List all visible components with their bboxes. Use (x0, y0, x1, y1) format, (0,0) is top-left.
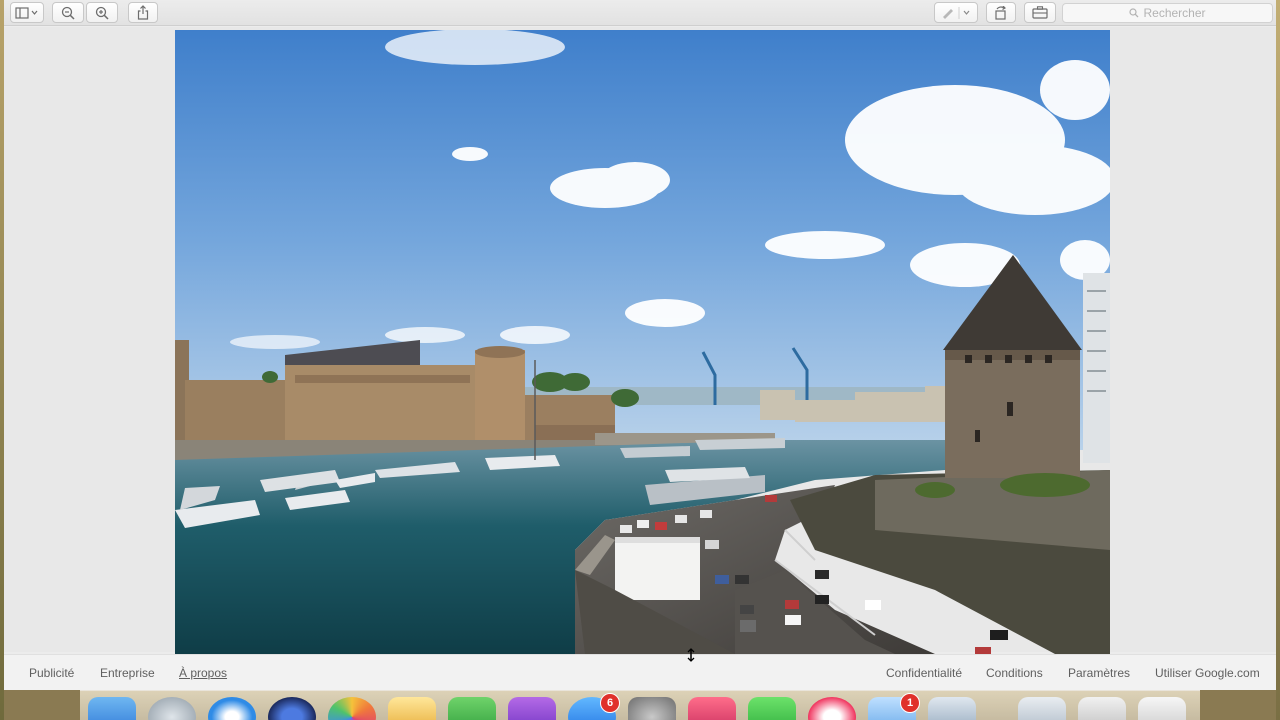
search-placeholder: Rechercher (1143, 6, 1206, 20)
footer-link-parametres[interactable]: Paramètres (1068, 666, 1130, 680)
preview-icon[interactable] (928, 697, 976, 720)
share-icon (137, 5, 149, 20)
numbers-icon[interactable] (448, 697, 496, 720)
footer-link-entreprise[interactable]: Entreprise (100, 666, 155, 680)
imovie-icon[interactable] (508, 697, 556, 720)
macos-dock: 6 1 (80, 690, 1200, 720)
resize-cursor-icon (687, 648, 695, 662)
photos-icon[interactable] (328, 697, 376, 720)
safari-icon[interactable] (208, 697, 256, 720)
app-icon-blue[interactable] (268, 697, 316, 720)
search-field[interactable]: Rechercher (1062, 3, 1273, 23)
harbour-photo[interactable] (175, 30, 1110, 654)
sidebar-toggle-icon (15, 6, 38, 19)
footer-link-publicite[interactable]: Publicité (29, 666, 74, 680)
footer-link-a-propos[interactable]: À propos (179, 666, 227, 680)
google-footer: Publicité Entreprise À propos Confidenti… (4, 654, 1276, 690)
markup-button[interactable] (934, 2, 978, 23)
zoom-in-icon (95, 6, 109, 20)
finder-icon[interactable] (88, 697, 136, 720)
footer-link-google-com[interactable]: Utiliser Google.com (1155, 666, 1260, 680)
tall-building (1083, 273, 1110, 463)
toolbox-icon (1032, 6, 1048, 19)
desktop-background-right (1276, 0, 1280, 720)
music-icon[interactable] (808, 697, 856, 720)
zoom-out-icon (61, 6, 75, 20)
markup-pen-icon (943, 6, 970, 19)
sidebar-toggle-button[interactable] (10, 2, 44, 23)
mail-icon[interactable]: 1 (868, 693, 920, 720)
rotate-icon (995, 5, 1006, 20)
zoom-out-button[interactable] (52, 2, 84, 23)
photo-booth-icon[interactable] (688, 697, 736, 720)
system-preferences-icon[interactable] (628, 697, 676, 720)
white-building (615, 540, 700, 600)
mail-badge: 1 (900, 693, 920, 713)
downloads-folder-icon[interactable] (1018, 697, 1066, 720)
trash-icon[interactable] (1138, 697, 1186, 720)
documents-stack-icon[interactable] (1078, 697, 1126, 720)
search-icon (1129, 8, 1139, 18)
document-canvas (4, 27, 1276, 654)
launchpad-icon[interactable] (148, 697, 196, 720)
harbour-photo-illustration (175, 30, 1110, 654)
rotate-button[interactable] (986, 2, 1016, 23)
toolbox-button[interactable] (1024, 2, 1056, 23)
app-store-icon[interactable]: 6 (568, 693, 620, 720)
window-toolbar: Rechercher (4, 0, 1276, 26)
share-button[interactable] (128, 2, 158, 23)
footer-link-confidentialite[interactable]: Confidentialité (886, 666, 962, 680)
preview-window: Rechercher Publicité Entreprise À propos… (4, 0, 1276, 690)
footer-link-conditions[interactable]: Conditions (986, 666, 1043, 680)
pages-icon[interactable] (388, 697, 436, 720)
facetime-icon[interactable] (748, 697, 796, 720)
zoom-in-button[interactable] (86, 2, 118, 23)
app-store-badge: 6 (600, 693, 620, 713)
